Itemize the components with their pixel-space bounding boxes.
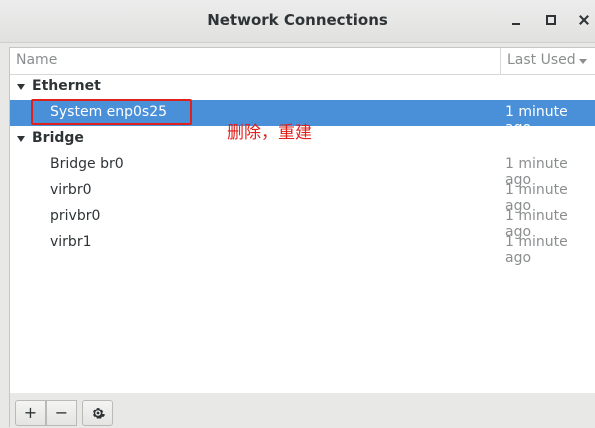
close-icon[interactable]	[574, 10, 594, 30]
last-used-value: 1 minute ago	[505, 234, 568, 266]
connection-row-virbr0[interactable]: virbr0 1 minute ago	[10, 178, 595, 214]
bottom-toolbar: + −	[9, 393, 595, 427]
connection-settings-button[interactable]	[82, 400, 113, 426]
column-last-used-label: Last Used	[507, 52, 576, 68]
minus-icon: −	[54, 403, 69, 422]
connection-label: privbr0	[50, 208, 101, 224]
plus-icon: +	[23, 403, 38, 422]
titlebar: Network Connections	[0, 0, 595, 43]
connections-list: Name Last Used Ethernet System enp0s25 1…	[9, 47, 595, 395]
group-label: Ethernet	[32, 78, 101, 94]
column-header: Name Last Used	[10, 48, 595, 75]
network-connections-window: Network Connections Name Last Used Ether…	[0, 0, 595, 427]
expander-icon[interactable]	[17, 84, 25, 90]
annotation-text: 删除，重建	[227, 123, 312, 143]
column-last-used-header[interactable]: Last Used	[500, 48, 595, 74]
maximize-icon[interactable]	[541, 10, 561, 30]
annotation-highlight-box	[31, 99, 192, 125]
minimize-icon[interactable]	[506, 10, 526, 30]
connection-row-bridge-br0[interactable]: Bridge br0 1 minute ago	[10, 152, 595, 188]
connection-label: virbr0	[50, 182, 92, 198]
sort-descending-icon	[579, 59, 587, 64]
column-name-header[interactable]: Name	[16, 52, 57, 68]
group-row-ethernet[interactable]: Ethernet	[10, 74, 595, 100]
add-connection-button[interactable]: +	[15, 400, 46, 426]
connection-label: Bridge br0	[50, 156, 124, 172]
connection-row-virbr1[interactable]: virbr1 1 minute ago	[10, 230, 595, 266]
connection-label: virbr1	[50, 234, 92, 250]
connection-row-privbr0[interactable]: privbr0 1 minute ago	[10, 204, 595, 240]
remove-connection-button[interactable]: −	[46, 400, 77, 426]
group-label: Bridge	[32, 130, 84, 146]
gear-icon	[92, 408, 105, 419]
expander-icon[interactable]	[17, 136, 25, 142]
